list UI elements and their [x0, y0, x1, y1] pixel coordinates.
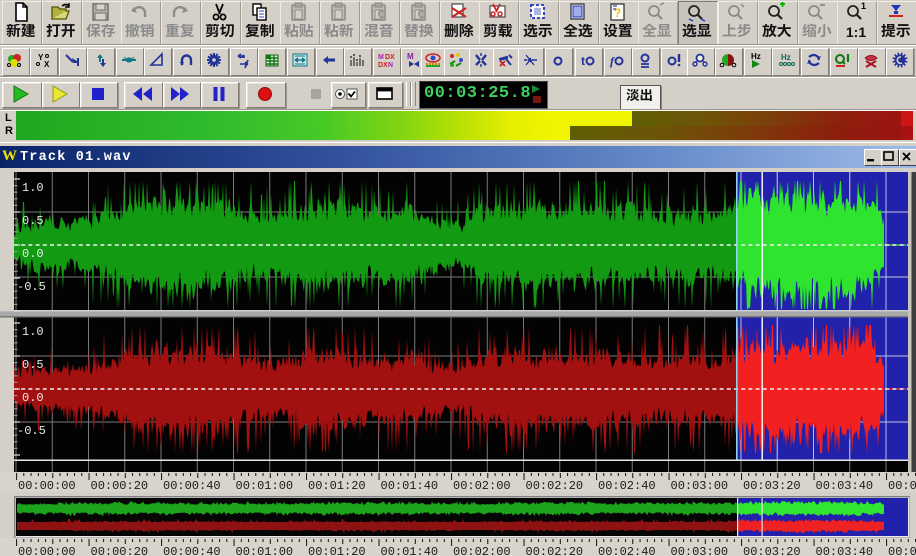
- svg-text:0.0: 0.0: [22, 391, 44, 405]
- svg-text:00:01:20: 00:01:20: [308, 545, 366, 556]
- svg-text:Hz: Hz: [751, 52, 761, 61]
- svg-text:00:02:20: 00:02:20: [526, 479, 584, 492]
- svg-text:00:03:40: 00:03:40: [816, 479, 874, 492]
- svg-text:X: X: [44, 60, 50, 69]
- svg-text:00:01:20: 00:01:20: [308, 479, 366, 492]
- svg-text:N: N: [388, 62, 393, 69]
- svg-text:Hz: Hz: [781, 53, 791, 62]
- svg-text:M: M: [407, 52, 414, 61]
- svg-text:00:03:20: 00:03:20: [743, 545, 801, 556]
- svg-text:00:02:40: 00:02:40: [598, 545, 656, 556]
- svg-text:00:01:40: 00:01:40: [381, 545, 439, 556]
- svg-text:0.0: 0.0: [22, 247, 44, 261]
- svg-text:f: f: [610, 54, 615, 68]
- svg-text:00:00:40: 00:00:40: [163, 479, 221, 492]
- svg-text:0.5: 0.5: [22, 358, 44, 372]
- svg-text:-0.5: -0.5: [17, 424, 46, 438]
- svg-text:?: ?: [614, 6, 621, 20]
- svg-text:00:00:00: 00:00:00: [18, 545, 76, 556]
- svg-text:00:00:20: 00:00:20: [91, 479, 149, 492]
- svg-text:00:03:20: 00:03:20: [743, 479, 801, 492]
- svg-text:00:02:20: 00:02:20: [526, 545, 584, 556]
- svg-text:t: t: [581, 54, 585, 68]
- svg-text:00:02:00: 00:02:00: [453, 479, 511, 492]
- svg-text:00:02:40: 00:02:40: [598, 479, 656, 492]
- svg-text:00:01:00: 00:01:00: [236, 545, 294, 556]
- svg-text:-0.5: -0.5: [17, 280, 46, 294]
- svg-text:DX: DX: [385, 54, 395, 61]
- svg-text:00:01:00: 00:01:00: [236, 479, 294, 492]
- svg-text:00:04:00: 00:04:00: [888, 479, 916, 492]
- svg-text:00:03:00: 00:03:00: [671, 545, 729, 556]
- svg-text:00:01:40: 00:01:40: [381, 479, 439, 492]
- svg-text:00:04:00: 00:04:00: [888, 545, 916, 556]
- svg-text:00:00:40: 00:00:40: [163, 545, 221, 556]
- svg-text:1.0: 1.0: [22, 181, 44, 195]
- svg-text:1.0: 1.0: [22, 325, 44, 339]
- svg-text:M: M: [378, 54, 384, 61]
- svg-text:00:03:00: 00:03:00: [671, 479, 729, 492]
- svg-text:0.5: 0.5: [22, 214, 44, 228]
- svg-text:00:00:20: 00:00:20: [91, 545, 149, 556]
- svg-text:00:03:40: 00:03:40: [816, 545, 874, 556]
- svg-text:1: 1: [861, 2, 866, 11]
- svg-text:DX: DX: [378, 62, 388, 69]
- svg-text:00:00:00: 00:00:00: [18, 479, 76, 492]
- svg-text:00:02:00: 00:02:00: [453, 545, 511, 556]
